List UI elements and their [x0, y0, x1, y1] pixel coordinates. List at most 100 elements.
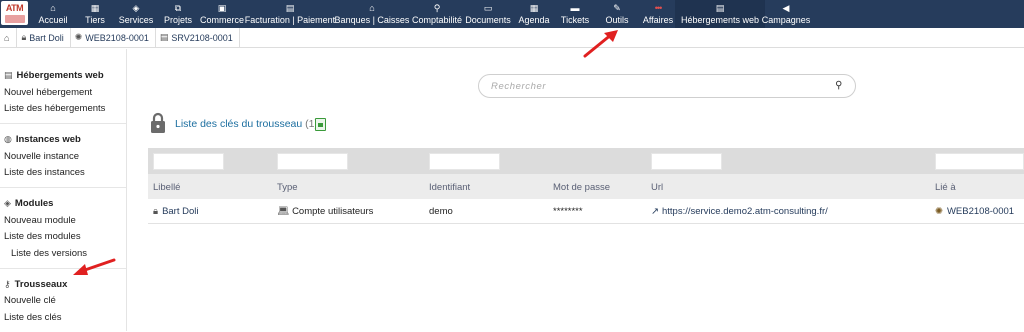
- laptop-icon: 💻︎: [277, 206, 290, 217]
- menu-item-label: Affaires: [642, 15, 674, 25]
- breadcrumb-home-icon[interactable]: ⌂: [0, 27, 18, 48]
- menu-item-tiers[interactable]: ▦ Tiers: [79, 0, 111, 28]
- top-menu-bar: ATM ⌂ Accueil ▦ Tiers ◈ Services ⧉ Projets ▣ Comm…: [0, 0, 1024, 28]
- invoice-icon: ▤: [285, 3, 295, 13]
- table-header: Libellé Type Identifiant Mot de passe Ur…: [148, 174, 1024, 199]
- column-header-type[interactable]: Type: [277, 182, 298, 193]
- filter-input-label[interactable]: [153, 153, 224, 170]
- building-icon: ▦: [90, 3, 100, 13]
- bank-icon: ⌂: [369, 3, 375, 13]
- filter-input-linked[interactable]: [935, 153, 1024, 170]
- server-icon: ▤: [715, 3, 725, 13]
- filter-input-type[interactable]: [277, 153, 348, 170]
- sidebar-link-new-module[interactable]: Nouveau module: [4, 212, 126, 229]
- menu-item-label: Documents: [465, 15, 511, 25]
- menu-item-label: Commerce: [199, 15, 245, 25]
- menu-item-label: Campagnes: [761, 15, 811, 25]
- cell-label[interactable]: 🔒︎ Bart Doli: [153, 206, 199, 217]
- cell-type: 💻︎ Compte utilisateurs: [277, 206, 374, 217]
- page-title: Liste des clés du trousseau (1): [175, 118, 319, 130]
- sidebar-section-instances: ◍ Instances web Nouvelle instance Liste d…: [0, 131, 126, 188]
- web-instance-icon: ✺: [74, 32, 83, 42]
- export-icon[interactable]: [315, 118, 326, 131]
- globe-icon: ◍: [4, 134, 12, 144]
- sidebar-link-new-key[interactable]: Nouvelle clé: [4, 293, 126, 310]
- sidebar-section-title[interactable]: ⚷ Trousseaux: [4, 276, 126, 293]
- menu-item-agenda[interactable]: ▦ Agenda: [512, 0, 555, 28]
- menu-item-label: Agenda: [518, 15, 550, 25]
- column-header-identifiant[interactable]: Identifiant: [429, 182, 470, 193]
- filter-input-identifiant[interactable]: [429, 153, 500, 170]
- breadcrumb-label: WEB2108-0001: [85, 32, 149, 43]
- annotation-arrow-outils: [583, 30, 618, 58]
- menu-item-campagnes[interactable]: ◀ Campagnes: [756, 0, 817, 28]
- menu-item-services[interactable]: ◈ Services: [113, 0, 160, 28]
- sidebar-link-new-hosting[interactable]: Nouvel hébergement: [4, 84, 126, 101]
- project-icon: ⧉: [174, 3, 182, 13]
- menu-item-label: Projets: [163, 15, 193, 25]
- menu-item-projets[interactable]: ⧉ Projets: [158, 0, 198, 28]
- column-header-linked[interactable]: Lié à: [935, 182, 956, 193]
- search-dollar-icon: ⚲: [433, 3, 441, 13]
- column-header-url[interactable]: Url: [651, 182, 663, 193]
- home-icon: ⌂: [50, 3, 56, 13]
- menu-item-banques-caisses[interactable]: ⌂ Banques | Caisses: [329, 0, 416, 28]
- cell-linked[interactable]: ✺ WEB2108-0001: [935, 206, 1014, 217]
- web-instance-icon: ✺: [935, 206, 943, 217]
- breadcrumb-item-server[interactable]: ▤ SRV2108-0001: [156, 27, 240, 48]
- sidebar-link-list-keys[interactable]: Liste des clés: [4, 309, 126, 326]
- app-logo[interactable]: ATM: [1, 1, 28, 25]
- briefcase-icon: ▣: [217, 3, 227, 13]
- lock-icon: [151, 112, 165, 133]
- left-sidebar: ▤ Hébergements web Nouvel hébergement Lis…: [0, 49, 127, 331]
- column-header-password[interactable]: Mot de passe: [553, 182, 610, 193]
- menu-item-tickets[interactable]: ▬ Tickets: [555, 0, 595, 28]
- menu-item-label: Hébergements web: [680, 15, 760, 25]
- cell-url[interactable]: ↗ https://service.demo2.atm-consulting.fr…: [651, 206, 828, 217]
- sidebar-section-title[interactable]: ◈ Modules: [4, 195, 126, 212]
- menu-item-affaires[interactable]: ••• Affaires: [637, 0, 679, 28]
- external-link-icon: ↗: [651, 206, 659, 217]
- sidebar-section-title[interactable]: ▤ Hébergements web: [4, 67, 126, 84]
- logo-text: ATM: [5, 2, 24, 13]
- menu-item-outils[interactable]: ✎ Outils: [599, 0, 634, 28]
- breadcrumb-label: Bart Doli: [29, 32, 64, 43]
- search-input[interactable]: Rechercher ⚲: [478, 74, 856, 98]
- ticket-icon: ▬: [570, 3, 580, 13]
- sidebar-link-list-instances[interactable]: Liste des instances: [4, 165, 126, 182]
- dots-icon: •••: [654, 3, 663, 13]
- menu-item-label: Tiers: [85, 15, 105, 25]
- filter-row: [148, 148, 1024, 174]
- filter-input-url[interactable]: [651, 153, 722, 170]
- sidebar-section-title[interactable]: ◍ Instances web: [4, 131, 126, 148]
- megaphone-icon: ◀: [782, 3, 790, 13]
- menu-item-label: Facturation | Paiement: [244, 15, 336, 25]
- column-header-label[interactable]: Libellé: [153, 182, 180, 193]
- menu-item-hébergements-web[interactable]: ▤ Hébergements web: [674, 0, 766, 28]
- sidebar-link-list-hostings[interactable]: Liste des hébergements: [4, 101, 126, 118]
- key-icon: ⚷: [4, 278, 11, 289]
- menu-item-label: Tickets: [560, 15, 590, 25]
- menu-item-accueil[interactable]: ⌂ Accueil: [32, 0, 73, 28]
- menu-item-documents[interactable]: ▭ Documents: [459, 0, 517, 28]
- sidebar-link-new-instance[interactable]: Nouvelle instance: [4, 148, 126, 165]
- folder-icon: ▭: [483, 3, 493, 13]
- home-icon: ⌂: [4, 32, 10, 43]
- sidebar-link-list-modules[interactable]: Liste des modules: [4, 229, 126, 246]
- server-icon: ▤: [159, 32, 169, 42]
- sidebar-section-trousseaux: ⚷ Trousseaux Nouvelle clé Liste des clés: [0, 276, 126, 332]
- menu-item-facturation-paiement[interactable]: ▤ Facturation | Paiement: [239, 0, 341, 28]
- calendar-icon: ▦: [529, 3, 539, 13]
- cube-icon: ◈: [132, 3, 140, 13]
- breadcrumb-item-instance[interactable]: ✺ WEB2108-0001: [71, 27, 156, 48]
- wrench-icon: ✎: [613, 3, 621, 13]
- lock-icon: 🔒︎: [21, 32, 27, 42]
- annotation-arrow-trousseaux: [73, 258, 116, 275]
- breadcrumb-item-key[interactable]: 🔒︎ Bart Doli: [17, 27, 71, 48]
- search-icon[interactable]: ⚲: [835, 80, 843, 91]
- menu-item-label: Outils: [605, 15, 629, 25]
- breadcrumb: ⌂ 🔒︎ Bart Doli ✺ WEB2108-0001 ▤ SRV2108-…: [0, 27, 1024, 48]
- lock-icon: 🔒︎: [153, 206, 159, 217]
- menu-item-label: Services: [118, 15, 154, 25]
- menu-item-label: Accueil: [38, 15, 68, 25]
